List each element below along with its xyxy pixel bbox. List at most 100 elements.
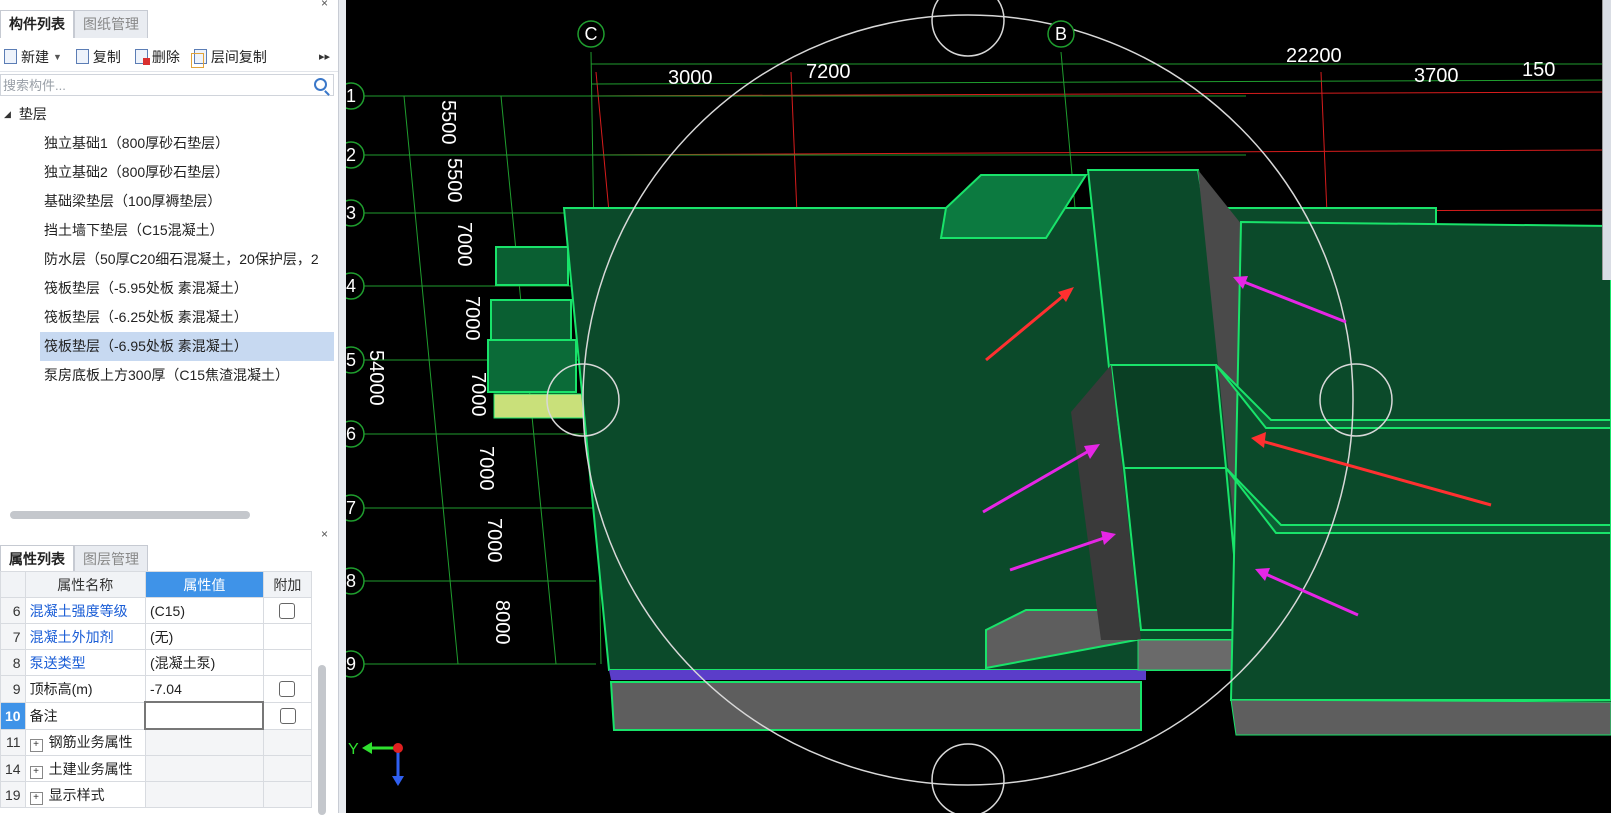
remark-input[interactable] — [144, 701, 265, 730]
dim-side: 7000 — [475, 446, 497, 491]
table-row: 9 顶标高(m) -7.04 — [0, 675, 313, 703]
table-row: 19 + 显示样式 — [0, 781, 313, 808]
tree-item[interactable]: 挡土墙下垫层（C15混凝土） — [0, 216, 334, 245]
component-panel-tabs: 构件列表 图纸管理 — [0, 10, 148, 38]
table-row: 8 泵送类型 (混凝土泵) — [0, 649, 313, 676]
table-row: 14 + 土建业务属性 — [0, 755, 313, 782]
property-table: 属性名称 属性值 附加 6 混凝土强度等级 (C15) 7 混凝土外加剂 (无)… — [0, 571, 313, 808]
toolbar-more-icon[interactable]: ▸▸ — [319, 42, 330, 72]
table-row: 7 混凝土外加剂 (无) — [0, 623, 313, 650]
collapse-triangle-icon[interactable]: ◢ — [4, 100, 11, 129]
slab-right — [1215, 220, 1611, 736]
dim-top: 3000 — [668, 67, 713, 89]
axis-label-6: 6 — [346, 424, 356, 444]
model-view: C B 1 2 3 4 5 6 7 8 9 3000 7200 22200 37… — [346, 0, 1611, 813]
dim-top: 3700 — [1414, 65, 1459, 87]
table-row-selected: 10 备注 — [0, 701, 313, 730]
component-tree: ◢ 垫层 独立基础1（800厚砂石垫层） 独立基础2（800厚砂石垫层） 基础梁… — [0, 100, 334, 390]
delete-icon — [134, 49, 150, 65]
dim-top: 22200 — [1286, 45, 1342, 67]
new-button[interactable]: 新建 ▼ — [4, 47, 62, 67]
tab-component-list[interactable]: 构件列表 — [0, 10, 74, 38]
axis-label-5: 5 — [346, 350, 356, 370]
component-search — [0, 74, 334, 96]
dim-side: 5500 — [437, 100, 459, 145]
tree-item[interactable]: 独立基础1（800厚砂石垫层） — [0, 129, 334, 158]
coordinate-axis-icon: Y — [348, 741, 404, 786]
left-sidebar: × 构件列表 图纸管理 新建 ▼ 复制 删除 层间复制 ▸▸ ◢ 垫层 — [0, 0, 338, 815]
vertical-scrollbar[interactable] — [318, 665, 326, 815]
tab-layer-management[interactable]: 图层管理 — [74, 545, 148, 573]
axis-label-4: 4 — [346, 276, 356, 296]
component-toolbar: 新建 ▼ 复制 删除 层间复制 ▸▸ — [0, 42, 338, 72]
extra-checkbox[interactable] — [279, 603, 296, 620]
axis-label-2: 2 — [346, 145, 356, 165]
search-icon[interactable] — [314, 78, 327, 91]
axis-label-B: B — [1055, 24, 1067, 44]
property-name: 泵送类型 — [24, 649, 146, 676]
expand-plus-icon[interactable]: + — [29, 791, 43, 805]
svg-text:Y: Y — [348, 741, 359, 758]
tree-item[interactable]: 筏板垫层（-6.25处板 素混凝土） — [0, 303, 334, 332]
extra-checkbox[interactable] — [279, 681, 296, 698]
dim-side: 5500 — [443, 158, 465, 203]
axis-label-8: 8 — [346, 571, 356, 591]
property-panel-tabs: 属性列表 图层管理 — [0, 545, 148, 573]
axis-label-7: 7 — [346, 498, 356, 518]
dim-side: 7000 — [461, 296, 483, 341]
dim-top: 7200 — [806, 61, 851, 83]
tree-item[interactable]: 基础梁垫层（100厚褥垫层） — [0, 187, 334, 216]
axis-label-C: C — [585, 24, 598, 44]
tab-property-list[interactable]: 属性列表 — [0, 545, 74, 573]
extra-header: 附加 — [262, 571, 313, 598]
index-header — [0, 571, 26, 598]
property-value[interactable]: -7.04 — [144, 675, 264, 703]
dim-total: 54000 — [365, 350, 387, 406]
tree-item[interactable]: 筏板垫层（-5.95处板 素混凝土） — [0, 274, 334, 303]
right-panel-edge[interactable] — [1602, 0, 1611, 280]
tab-drawing-management[interactable]: 图纸管理 — [74, 10, 148, 38]
dim-side: 7000 — [483, 518, 505, 563]
property-value-header: 属性值 — [144, 571, 264, 598]
property-name: 混凝土强度等级 — [24, 597, 146, 624]
copy-icon — [75, 49, 89, 64]
axis-label-1: 1 — [346, 86, 356, 106]
dim-top: 150 — [1522, 59, 1555, 81]
new-file-icon — [4, 49, 17, 64]
table-row: 6 混凝土强度等级 (C15) — [0, 597, 313, 624]
chevron-down-icon: ▼ — [53, 51, 62, 62]
property-name-header: 属性名称 — [24, 571, 146, 598]
axis-label-3: 3 — [346, 203, 356, 223]
property-group[interactable]: + 显示样式 — [24, 781, 146, 808]
property-value[interactable]: (混凝土泵) — [144, 649, 264, 676]
3d-viewport[interactable]: C B 1 2 3 4 5 6 7 8 9 3000 7200 22200 37… — [346, 0, 1611, 813]
tree-item[interactable]: 泵房底板上方300厚（C15焦渣混凝土） — [0, 361, 334, 390]
property-panel-close-icon[interactable]: × — [321, 527, 328, 541]
property-name: 混凝土外加剂 — [24, 623, 146, 650]
dim-side: 8000 — [491, 600, 513, 645]
property-value[interactable]: (C15) — [144, 597, 264, 624]
property-group[interactable]: + 钢筋业务属性 — [24, 728, 146, 756]
expand-plus-icon[interactable]: + — [29, 765, 43, 779]
table-row: 11 + 钢筋业务属性 — [0, 728, 313, 756]
delete-button[interactable]: 删除 — [134, 47, 180, 67]
property-group[interactable]: + 土建业务属性 — [24, 755, 146, 782]
copy-button[interactable]: 复制 — [75, 47, 121, 67]
tree-item[interactable]: 防水层（50厚C20细石混凝土，20保护层，2 — [0, 245, 334, 274]
dim-side: 7000 — [467, 372, 489, 417]
dim-side: 7000 — [453, 222, 475, 267]
floor-copy-icon — [190, 49, 207, 68]
tree-root-cushion[interactable]: ◢ 垫层 — [0, 100, 334, 129]
component-panel-close-icon[interactable]: × — [321, 0, 328, 10]
horizontal-scrollbar[interactable] — [10, 511, 250, 519]
tree-item[interactable]: 独立基础2（800厚砂石垫层） — [0, 158, 334, 187]
property-name: 顶标高(m) — [24, 675, 146, 703]
floor-copy-button[interactable]: 层间复制 — [190, 47, 267, 68]
extra-checkbox[interactable] — [279, 708, 296, 725]
search-input[interactable] — [1, 75, 303, 95]
axis-label-9: 9 — [346, 654, 356, 674]
property-value[interactable]: (无) — [144, 623, 264, 650]
property-name: 备注 — [24, 701, 146, 730]
tree-item-selected[interactable]: 筏板垫层（-6.95处板 素混凝土） — [40, 332, 334, 361]
expand-plus-icon[interactable]: + — [29, 739, 43, 753]
